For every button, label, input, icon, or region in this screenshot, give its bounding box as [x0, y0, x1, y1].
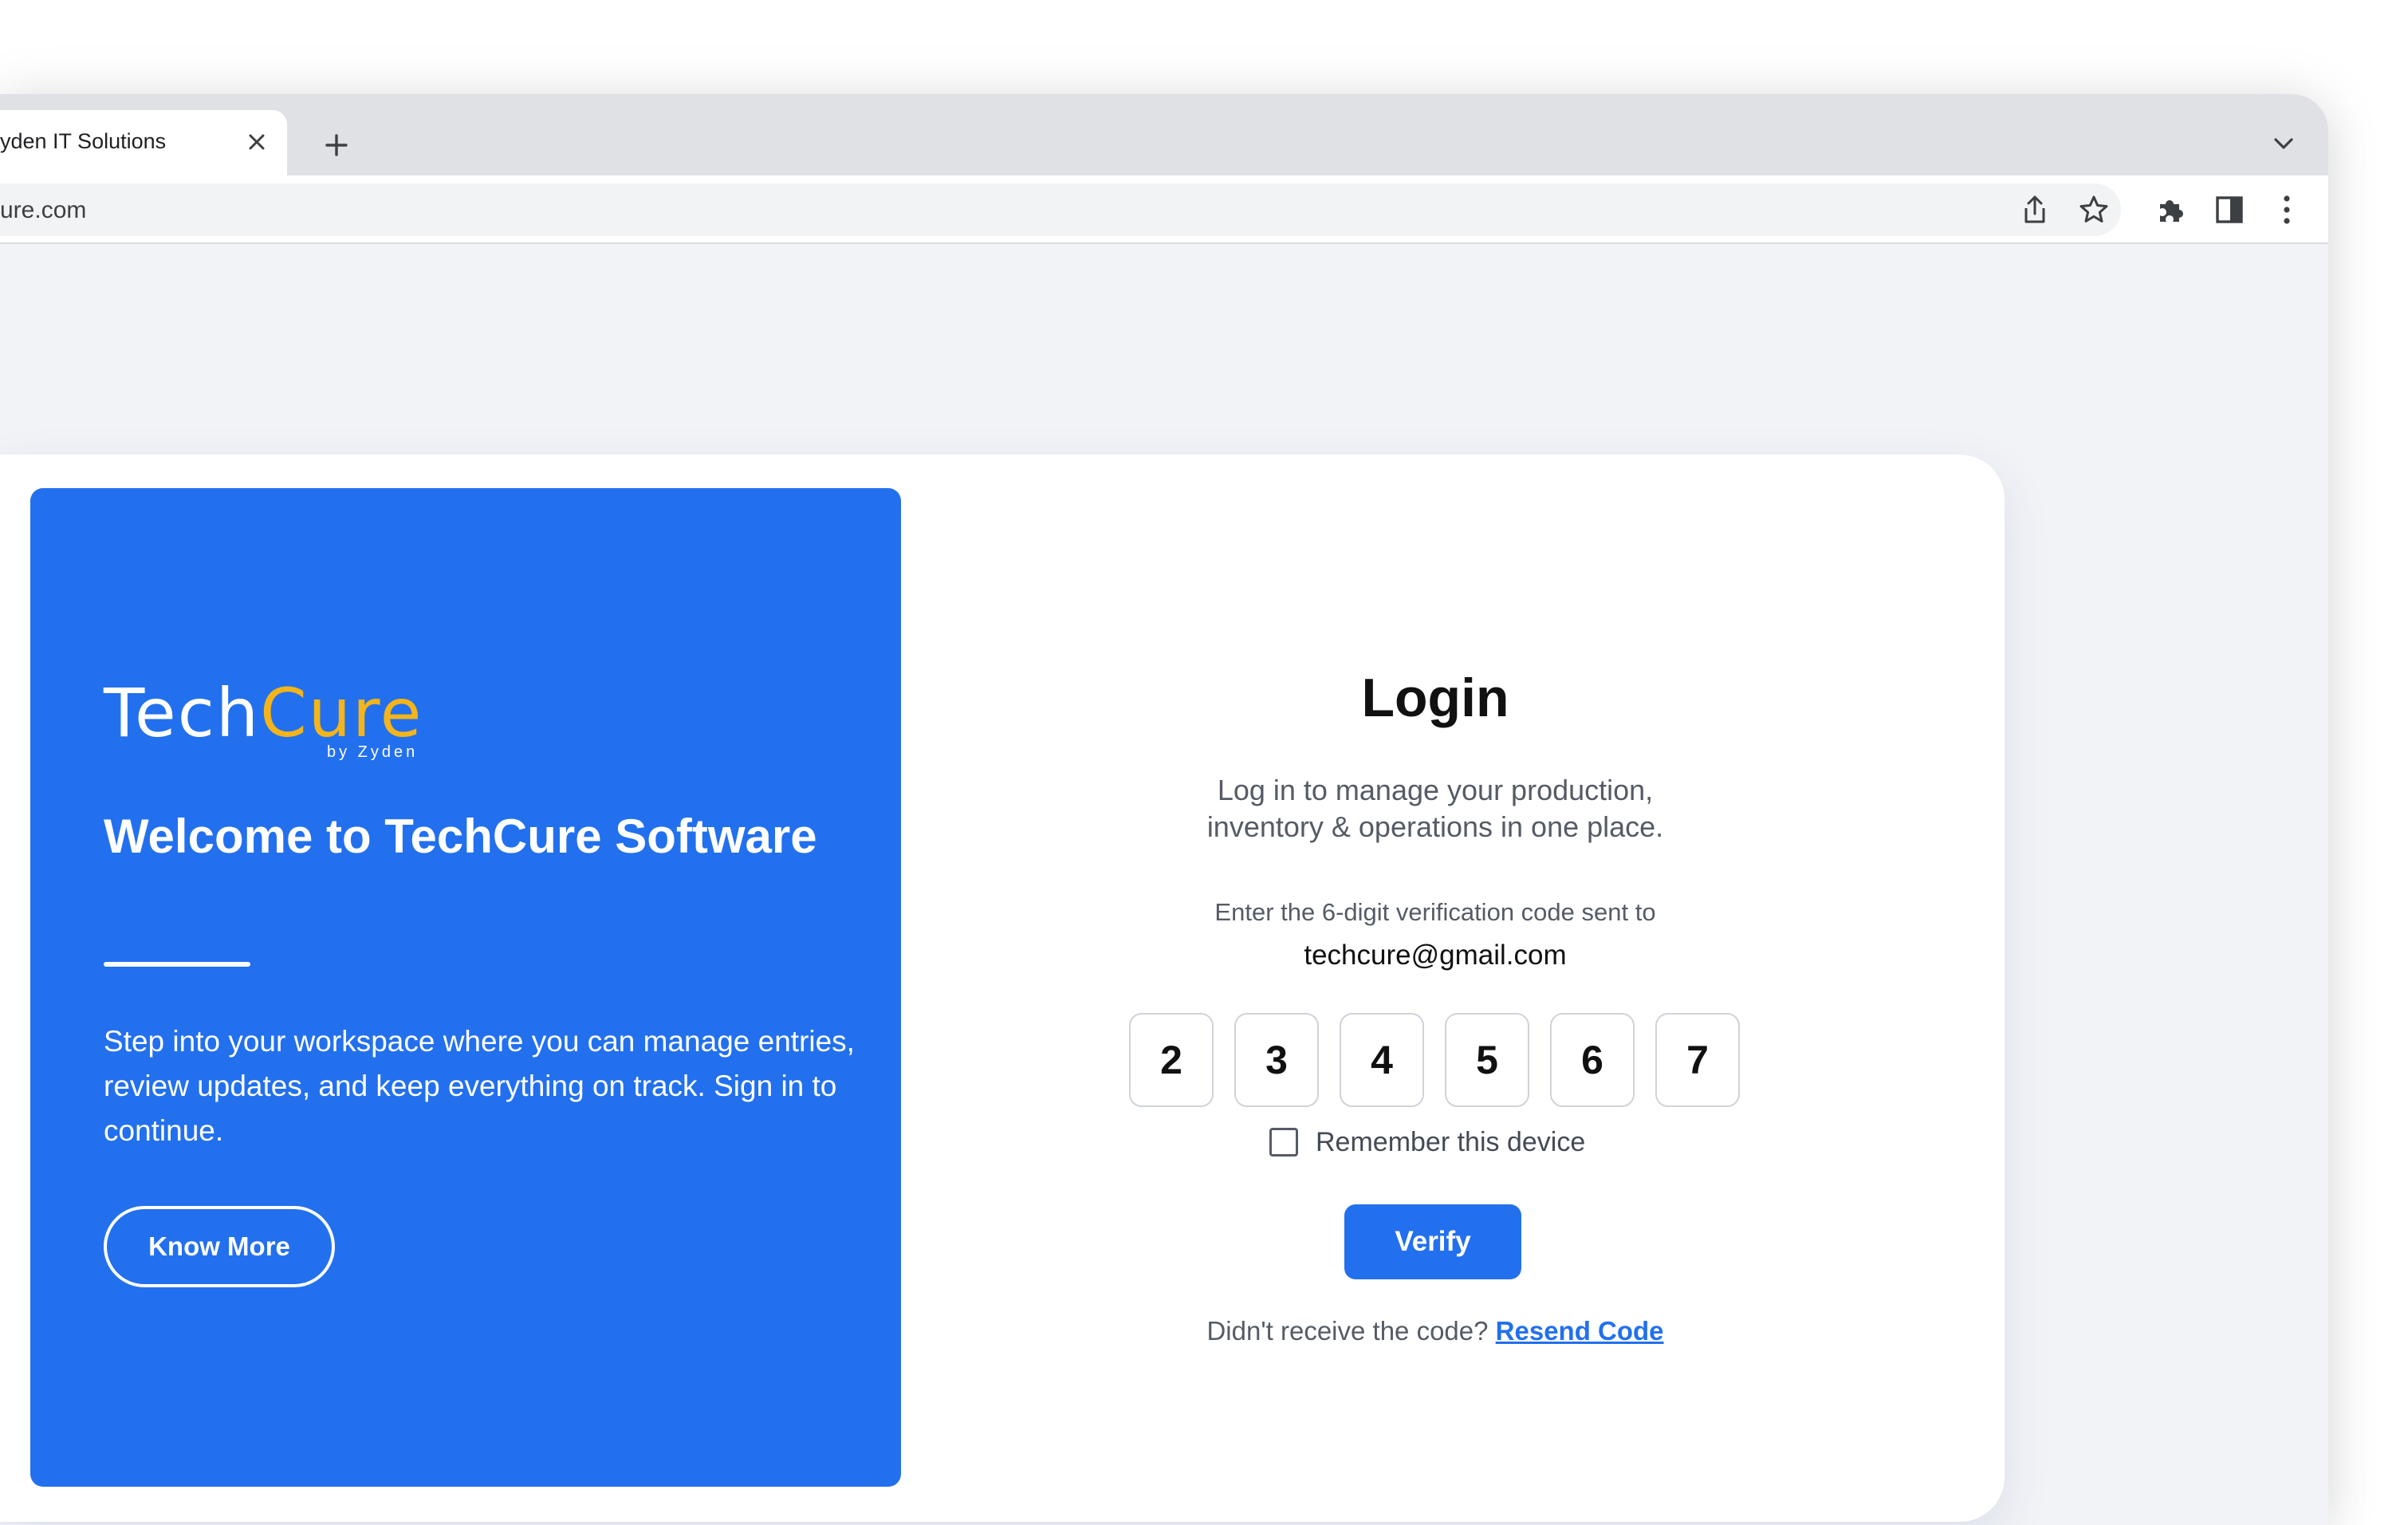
recipient-email: techcure@gmail.com	[1304, 940, 1567, 971]
resend-row: Didn't receive the code? Resend Code	[1068, 1316, 1802, 1346]
tab-strip: yden IT Solutions	[0, 94, 2328, 175]
logo-byline: by Zyden	[327, 743, 419, 761]
logo-text-tech: Tech	[104, 674, 261, 752]
otp-input-group: 2 3 4 5 6 7	[1129, 1013, 1741, 1107]
chevron-down-icon[interactable]	[2266, 126, 2301, 161]
browser-tab[interactable]: yden IT Solutions	[0, 110, 287, 175]
remember-device-label: Remember this device	[1316, 1126, 1586, 1157]
browser-toolbar: ure.com	[0, 175, 2328, 244]
resend-prompt: Didn't receive the code?	[1206, 1316, 1489, 1346]
welcome-description: Step into your workspace where you can m…	[104, 1025, 855, 1147]
know-more-button[interactable]: Know More	[104, 1206, 335, 1287]
login-card: TechCure by Zyden Welcome to TechCure So…	[0, 455, 2005, 1522]
login-form: Login Log in to manage your production, …	[1068, 455, 1802, 1522]
puzzle-icon[interactable]	[2153, 192, 2188, 227]
kebab-menu-icon[interactable]	[2269, 192, 2304, 227]
star-icon[interactable]	[2076, 192, 2111, 227]
logo-text-cure: Cure	[260, 674, 423, 752]
close-icon[interactable]	[239, 124, 274, 160]
login-title: Login	[1361, 668, 1509, 728]
welcome-panel: TechCure by Zyden Welcome to TechCure So…	[30, 488, 901, 1487]
remember-device-checkbox[interactable]	[1269, 1128, 1298, 1157]
login-subtitle: Log in to manage your production, invent…	[1206, 774, 1664, 843]
techcure-logo: TechCure by Zyden	[104, 680, 439, 767]
otp-digit-input[interactable]: 5	[1445, 1013, 1529, 1107]
resend-code-link[interactable]: Resend Code	[1496, 1316, 1664, 1346]
share-icon[interactable]	[2017, 192, 2052, 227]
verify-button[interactable]: Verify	[1344, 1204, 1521, 1279]
browser-window: yden IT Solutions ure.com TechCure by Zy…	[0, 94, 2328, 1525]
heading-divider	[104, 962, 250, 967]
otp-digit-input[interactable]: 3	[1234, 1013, 1319, 1107]
page-viewport: TechCure by Zyden Welcome to TechCure So…	[0, 244, 2328, 1525]
side-panel-icon[interactable]	[2212, 192, 2247, 227]
otp-digit-input[interactable]: 2	[1129, 1013, 1214, 1107]
remember-device-option[interactable]: Remember this device	[1269, 1126, 1585, 1158]
otp-digit-input[interactable]: 6	[1550, 1013, 1635, 1107]
tab-title: yden IT Solutions	[0, 129, 167, 153]
welcome-heading: Welcome to TechCure Software	[104, 810, 817, 863]
otp-digit-input[interactable]: 4	[1340, 1013, 1424, 1107]
otp-digit-input[interactable]: 7	[1655, 1013, 1740, 1107]
plus-icon[interactable]	[319, 128, 354, 163]
verification-hint: Enter the 6-digit verification code sent…	[1214, 898, 1656, 926]
url-text: ure.com	[0, 197, 87, 223]
address-bar[interactable]: ure.com	[0, 183, 2121, 236]
